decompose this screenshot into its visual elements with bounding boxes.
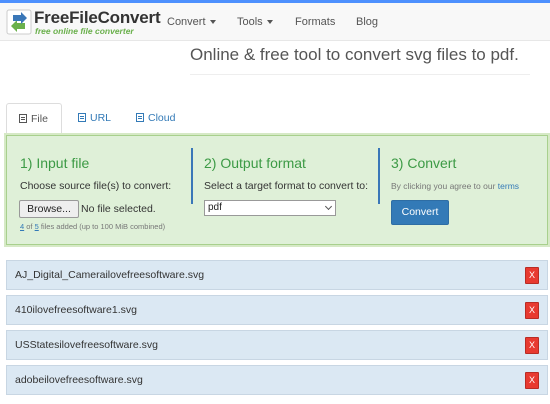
- logo-icon[interactable]: [6, 9, 32, 35]
- tab-file[interactable]: File: [6, 103, 62, 136]
- remove-file-button[interactable]: X: [525, 267, 539, 284]
- caret-down-icon: [266, 20, 273, 25]
- page-tagline: Online & free tool to convert svg files …: [190, 45, 519, 64]
- source-tabs: File URL Cloud: [6, 103, 548, 136]
- agree-text: By clicking you agree to our terms: [391, 181, 519, 191]
- nav-formats-label: Formats: [295, 16, 336, 28]
- divider: [190, 74, 530, 75]
- tab-url-label: URL: [90, 112, 112, 124]
- file-name: USStatesilovefreesoftware.svg: [15, 339, 158, 351]
- tab-cloud[interactable]: Cloud: [124, 103, 187, 135]
- file-row: AJ_Digital_Camerailovefreesoftware.svg X: [6, 260, 548, 290]
- nav-tools-label: Tools: [237, 16, 263, 28]
- column-divider: [378, 148, 380, 204]
- step1-desc: Choose source file(s) to convert:: [20, 180, 172, 192]
- tab-cloud-label: Cloud: [148, 112, 176, 124]
- step2-desc: Select a target format to convert to:: [204, 180, 368, 192]
- link-icon: [78, 113, 86, 122]
- nav-blog[interactable]: Blog: [356, 16, 378, 28]
- file-name: adobeilovefreesoftware.svg: [15, 374, 143, 386]
- convert-button[interactable]: Convert: [391, 200, 449, 225]
- remove-file-button[interactable]: X: [525, 337, 539, 354]
- brand-title[interactable]: FreeFileConvert: [34, 8, 161, 28]
- format-select-value: pdf: [208, 202, 222, 213]
- counter-suffix: files added (up to 100 MiB combined): [40, 222, 166, 231]
- browse-button[interactable]: Browse...: [19, 200, 79, 218]
- brand-subtitle: free online file converter: [35, 26, 134, 36]
- file-row: 410ilovefreesoftware1.svg X: [6, 295, 548, 325]
- nav-convert-label: Convert: [167, 16, 206, 28]
- chevron-down-icon: [324, 202, 333, 211]
- counter-current[interactable]: 4: [20, 222, 24, 231]
- remove-file-button[interactable]: X: [525, 302, 539, 319]
- column-divider: [191, 148, 193, 204]
- file-status: No file selected.: [81, 203, 156, 215]
- tab-file-label: File: [31, 113, 48, 125]
- step2-title: 2) Output format: [204, 155, 306, 171]
- file-row: adobeilovefreesoftware.svg X: [6, 365, 548, 395]
- cloud-icon: [136, 113, 144, 122]
- remove-file-button[interactable]: X: [525, 372, 539, 389]
- nav-tools[interactable]: Tools: [237, 16, 273, 28]
- agree-label: By clicking you agree to our: [391, 181, 496, 191]
- file-row: USStatesilovefreesoftware.svg X: [6, 330, 548, 360]
- terms-link[interactable]: terms: [498, 181, 519, 191]
- file-icon: [19, 114, 27, 123]
- file-counter: 4 of 5 files added (up to 100 MiB combin…: [20, 222, 165, 231]
- convert-panel: 1) Input file Choose source file(s) to c…: [6, 135, 548, 245]
- format-select[interactable]: pdf: [204, 200, 336, 216]
- nav-formats[interactable]: Formats: [295, 16, 335, 28]
- file-name: 410ilovefreesoftware1.svg: [15, 304, 137, 316]
- step1-title: 1) Input file: [20, 155, 90, 171]
- counter-max[interactable]: 5: [35, 222, 39, 231]
- nav-blog-label: Blog: [356, 16, 379, 28]
- tab-url[interactable]: URL: [66, 103, 123, 135]
- caret-down-icon: [209, 20, 216, 25]
- nav-convert[interactable]: Convert: [167, 16, 216, 28]
- navbar: FreeFileConvert free online file convert…: [0, 3, 550, 41]
- file-name: AJ_Digital_Camerailovefreesoftware.svg: [15, 269, 205, 281]
- step3-title: 3) Convert: [391, 155, 457, 171]
- counter-of: of: [26, 222, 33, 231]
